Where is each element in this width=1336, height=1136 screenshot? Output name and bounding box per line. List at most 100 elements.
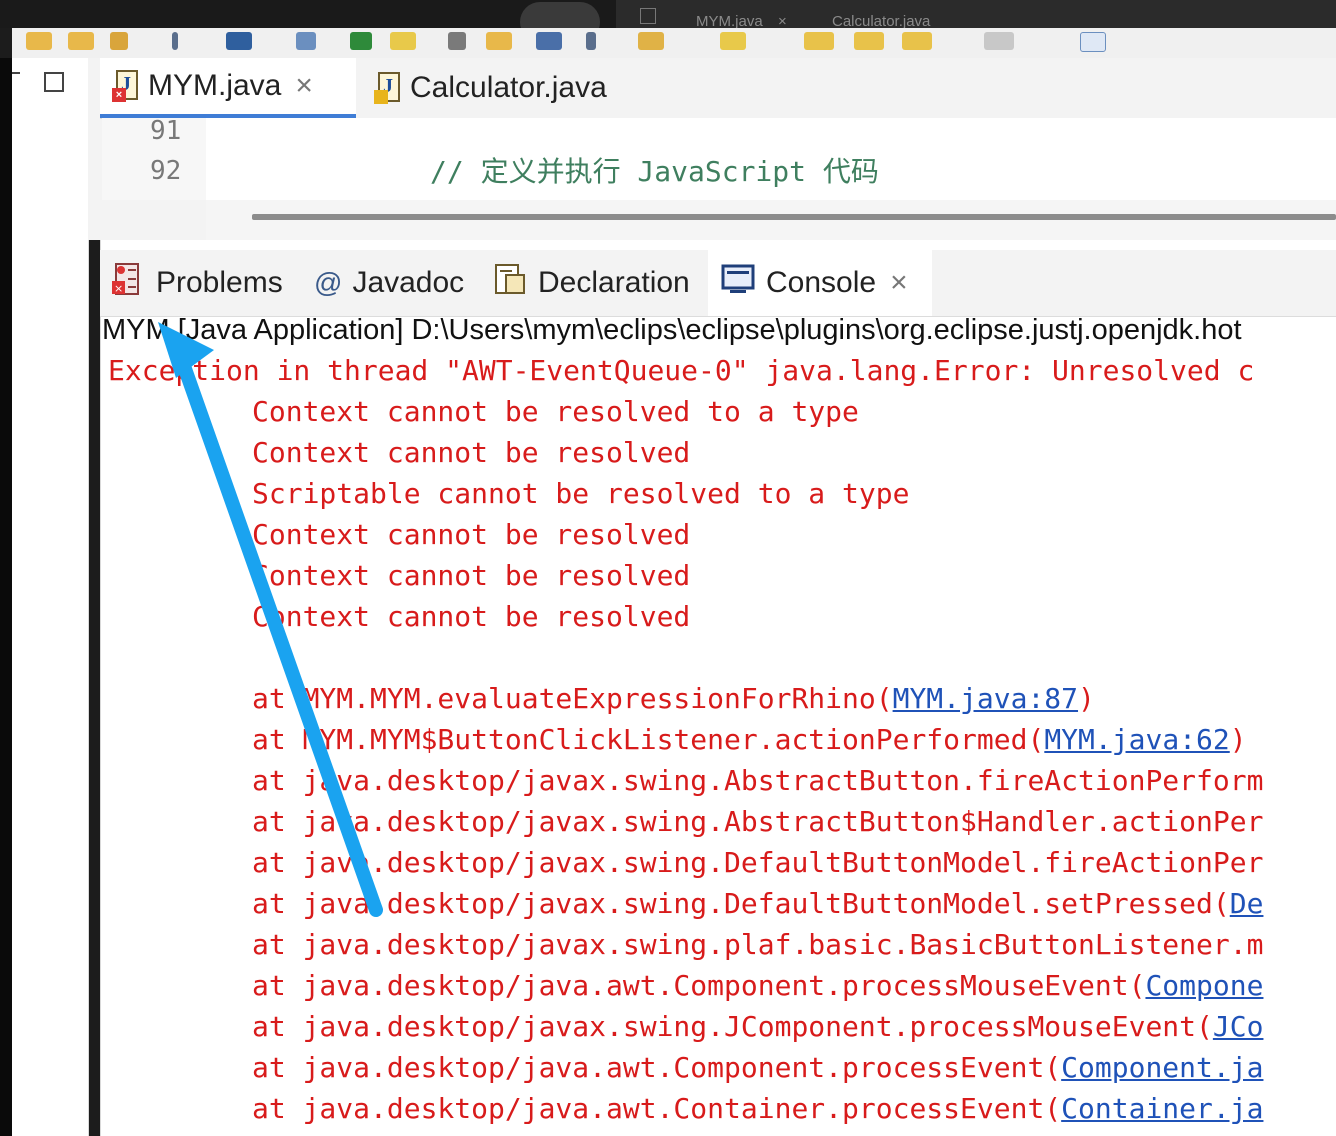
scrollbar-thumb[interactable] (252, 214, 1336, 220)
error-detail-line: Context cannot be resolved (252, 436, 690, 469)
minimize-icon[interactable] (12, 72, 20, 74)
stack-frame-line: at java.desktop/javax.swing.AbstractButt… (252, 805, 1263, 838)
stack-frame-line: at MYM.MYM.evaluateExpressionForRhino(MY… (252, 682, 1095, 715)
source-link[interactable]: De (1230, 887, 1264, 920)
background-window-tabs: MYM.java × Calculator.java (616, 0, 1336, 30)
java-file-error-icon: J × (112, 70, 140, 102)
stack-frame-line: at java.desktop/java.awt.Component.proce… (252, 1051, 1263, 1084)
error-detail-line: Context cannot be resolved (252, 559, 690, 592)
console-text: Context cannot be resolved (252, 600, 691, 633)
editor-tab-label: MYM.java (148, 69, 282, 102)
console-text: at MYM.MYM.evaluateExpressionForRhino( (252, 682, 893, 715)
console-launch-title: MYM [Java Application] D:\Users\mym\ecli… (102, 314, 1242, 346)
tab-label: Javadoc (352, 266, 465, 299)
horizontal-scrollbar[interactable] (206, 200, 1336, 240)
error-detail-line: Context cannot be resolved (252, 600, 690, 633)
console-output[interactable]: Exception in thread "AWT-EventQueue-0" j… (100, 354, 1336, 1136)
source-link[interactable]: MYM.java:62 (1044, 723, 1229, 756)
back-arrow-icon[interactable] (804, 32, 834, 50)
run-icon[interactable] (350, 32, 372, 50)
code-comment: // 定义并执行 JavaScript 代码 (430, 155, 879, 188)
search-icon[interactable] (296, 32, 316, 50)
console-text: Scriptable cannot be resolved to a type (252, 477, 910, 510)
task-icon[interactable] (638, 32, 664, 50)
history-back-icon[interactable] (902, 32, 932, 50)
stack-frame-line: at java.desktop/javax.swing.DefaultButto… (252, 846, 1263, 879)
stack-frame-line: at java.desktop/java.awt.Container.proce… (252, 1092, 1263, 1125)
stack-frame-line: at java.desktop/javax.swing.plaf.basic.B… (252, 928, 1263, 961)
problems-icon: × (110, 261, 146, 305)
editor-tab-bar: J × MYM.java × J Calculator.java (100, 58, 1336, 119)
marker-icon[interactable] (720, 32, 746, 50)
console-text: at java.desktop/javax.swing.AbstractButt… (252, 805, 1264, 838)
toolbar-separator-icon (172, 32, 178, 50)
editor-tab-calculator-java[interactable]: J Calculator.java (362, 58, 622, 118)
debug-icon[interactable] (448, 32, 466, 50)
console-text: Context cannot be resolved (252, 559, 691, 592)
new-window-icon[interactable] (1080, 32, 1106, 52)
stack-frame-line: at java.desktop/java.awt.Component.proce… (252, 969, 1263, 1002)
source-link[interactable]: Component.ja (1061, 1051, 1263, 1084)
line-number: 91 (150, 116, 182, 146)
error-detail-line: Context cannot be resolved to a type (252, 395, 859, 428)
console-text: ) (1078, 682, 1095, 715)
source-link[interactable]: JCo (1213, 1010, 1264, 1043)
tab-label: Declaration (538, 266, 690, 299)
left-dark-edge (0, 58, 12, 1136)
console-text: at MYM.MYM$ButtonClickListener.actionPer… (252, 723, 1045, 756)
source-link[interactable]: Compone (1145, 969, 1263, 1002)
svg-text:×: × (114, 282, 123, 295)
console-text: at java.desktop/java.awt.Component.proce… (252, 1051, 1062, 1084)
console-text: at java.desktop/javax.swing.DefaultButto… (252, 887, 1230, 920)
stack-frame-line: at java.desktop/javax.swing.AbstractButt… (252, 764, 1263, 797)
java-file-warning-icon: J (374, 72, 402, 104)
console-text: at java.desktop/javax.swing.JComponent.p… (252, 1010, 1213, 1043)
package-icon[interactable] (486, 32, 512, 50)
console-text: at java.desktop/java.awt.Component.proce… (252, 969, 1146, 1002)
monitor-icon[interactable] (226, 32, 252, 50)
tab-label: Problems (156, 266, 283, 299)
line-number: 92 (150, 156, 182, 186)
exception-line: Exception in thread "AWT-EventQueue-0" j… (108, 354, 1254, 387)
stack-frame-line: at java.desktop/javax.swing.DefaultButto… (252, 887, 1263, 920)
maximize-icon[interactable] (44, 72, 64, 92)
console-text: at java.desktop/javax.swing.plaf.basic.B… (252, 928, 1264, 961)
close-icon[interactable]: × (295, 69, 313, 103)
console-text: ) (1229, 723, 1247, 756)
console-text: Context cannot be resolved (252, 436, 691, 469)
tab-javadoc[interactable]: @ Javadoc (314, 250, 464, 316)
console-text: at java.desktop/javax.swing.DefaultButto… (252, 846, 1264, 879)
history-forward-icon[interactable] (984, 32, 1014, 50)
pause-icon[interactable] (586, 32, 596, 50)
editor-tab-label: Calculator.java (410, 71, 607, 104)
declaration-icon (492, 261, 528, 305)
stack-frame-line: at MYM.MYM$ButtonClickListener.actionPer… (252, 723, 1247, 756)
view-tab-bar: × Problems @ Javadoc Declaration Console… (100, 250, 1336, 317)
console-text: at java.desktop/java.awt.Container.proce… (252, 1092, 1062, 1125)
tab-console[interactable]: Console × (708, 250, 932, 316)
build-icon[interactable] (536, 32, 562, 50)
highlight-icon[interactable] (390, 32, 416, 50)
console-icon (720, 261, 756, 305)
main-toolbar (12, 28, 1336, 59)
tab-label: Console (766, 266, 877, 299)
edit-icon[interactable] (110, 32, 128, 50)
restore-icon (640, 8, 656, 24)
left-side-panel (12, 58, 89, 1136)
error-detail-line: Scriptable cannot be resolved to a type (252, 477, 909, 510)
tab-declaration[interactable]: Declaration (492, 250, 690, 316)
console-text: Context cannot be resolved to a type (252, 395, 859, 428)
open-folder-icon[interactable] (26, 32, 52, 50)
console-text: at java.desktop/javax.swing.AbstractButt… (252, 764, 1264, 797)
open-folder-icon-2[interactable] (68, 32, 94, 50)
console-text: Exception in thread "AWT-EventQueue-0" j… (108, 354, 1255, 387)
tab-problems[interactable]: × Problems (110, 250, 283, 316)
source-link[interactable]: Container.ja (1061, 1092, 1263, 1125)
console-text: Context cannot be resolved (252, 518, 691, 551)
close-icon[interactable]: × (890, 266, 908, 300)
forward-arrow-icon[interactable] (854, 32, 884, 50)
editor-tab-mym-java[interactable]: J × MYM.java × (100, 58, 356, 118)
stack-frame-line: at java.desktop/javax.swing.JComponent.p… (252, 1010, 1263, 1043)
source-link[interactable]: MYM.java:87 (893, 682, 1078, 715)
at-icon: @ (314, 267, 343, 298)
